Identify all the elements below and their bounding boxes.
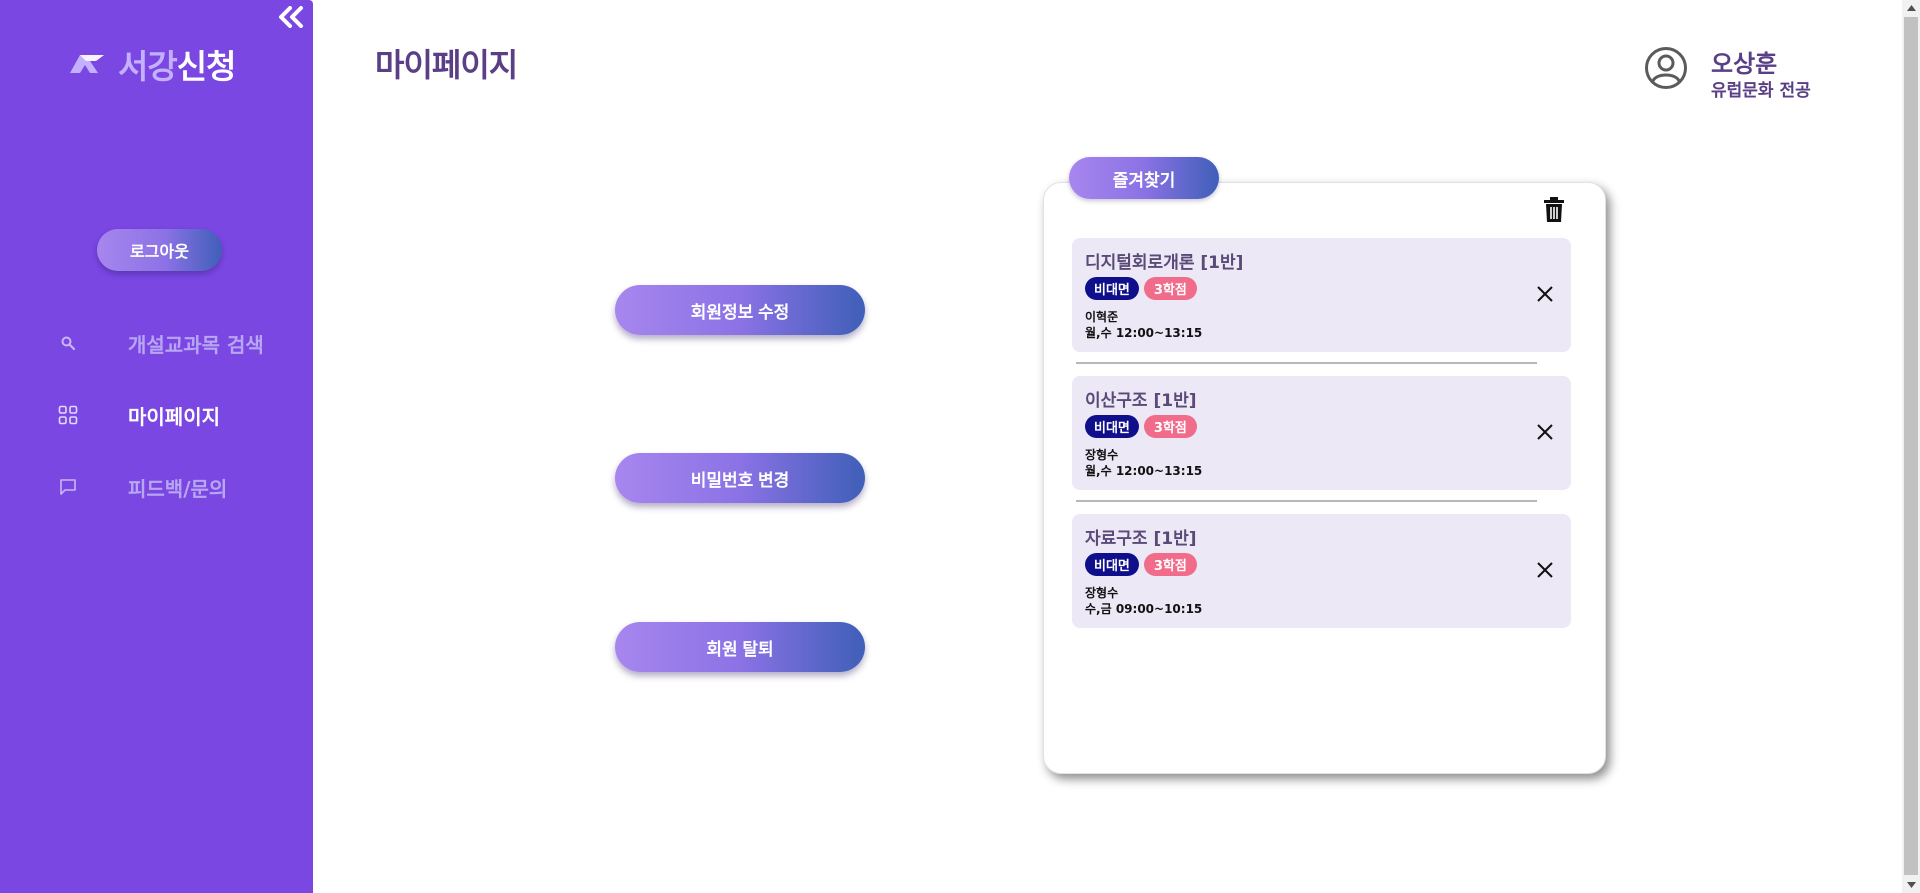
edit-profile-button[interactable]: 회원정보 수정 [615, 285, 865, 335]
divider [1076, 500, 1537, 502]
logo-text-secondary: 신청 [176, 47, 237, 86]
chat-icon [55, 474, 81, 500]
course-time: 월,수 12:00~13:15 [1085, 464, 1203, 478]
user-name: 오상훈 [1711, 50, 1778, 78]
sidebar: 서강신청 로그아웃 개설교과목 검색 마이페이지 피드백/문의 [0, 0, 313, 893]
course-professor: 이혁준 [1085, 310, 1119, 324]
close-icon[interactable] [1535, 560, 1555, 580]
withdraw-button[interactable]: 회원 탈퇴 [615, 622, 865, 672]
collapse-sidebar-icon[interactable] [276, 4, 306, 30]
grid-icon [55, 402, 81, 428]
course-title: 디지털회로개론 [1반] [1085, 253, 1244, 273]
sidebar-item-mypage[interactable]: 마이페이지 [55, 402, 220, 429]
user-avatar-icon [1645, 47, 1687, 89]
course-title: 자료구조 [1반] [1085, 529, 1197, 549]
page-title: 마이페이지 [375, 46, 518, 84]
logout-button[interactable]: 로그아웃 [97, 229, 222, 271]
change-password-button[interactable]: 비밀번호 변경 [615, 453, 865, 503]
divider [1076, 362, 1537, 364]
scrollbar-thumb[interactable] [1904, 17, 1918, 875]
logo[interactable]: 서강신청 [68, 40, 237, 88]
sidebar-item-feedback[interactable]: 피드백/문의 [55, 474, 227, 501]
sidebar-item-label: 마이페이지 [128, 404, 220, 429]
scroll-up-icon[interactable] [1902, 0, 1920, 16]
sidebar-item-label: 피드백/문의 [128, 476, 228, 501]
course-professor: 장형수 [1085, 448, 1119, 462]
mode-badge: 비대면 [1085, 415, 1139, 438]
search-icon [55, 330, 81, 356]
close-icon[interactable] [1535, 422, 1555, 442]
sidebar-item-course-search[interactable]: 개설교과목 검색 [55, 330, 264, 357]
trash-icon[interactable] [1543, 197, 1565, 223]
credit-badge: 3학점 [1143, 277, 1197, 300]
logo-text-primary: 서강 [118, 47, 178, 86]
course-time: 수,금 09:00~10:15 [1085, 602, 1203, 616]
avatar[interactable] [1644, 46, 1688, 90]
course-title: 이산구조 [1반] [1085, 391, 1197, 411]
list-item[interactable]: 이산구조 [1반] 비대면 3학점 장형수 월,수 12:00~13:15 [1072, 376, 1571, 490]
scroll-down-icon[interactable] [1902, 877, 1920, 893]
list-item[interactable]: 자료구조 [1반] 비대면 3학점 장형수 수,금 09:00~10:15 [1072, 514, 1571, 628]
credit-badge: 3학점 [1143, 553, 1197, 576]
credit-badge: 3학점 [1143, 415, 1197, 438]
logo-icon [68, 49, 106, 79]
close-icon[interactable] [1535, 284, 1555, 304]
mode-badge: 비대면 [1085, 277, 1139, 300]
mode-badge: 비대면 [1085, 553, 1139, 576]
favorites-tab[interactable]: 즐겨찾기 [1069, 157, 1219, 199]
course-professor: 장형수 [1085, 586, 1119, 600]
list-item[interactable]: 디지털회로개론 [1반] 비대면 3학점 이혁준 월,수 12:00~13:15 [1072, 238, 1571, 352]
sidebar-item-label: 개설교과목 검색 [128, 332, 264, 357]
scrollbar[interactable] [1902, 0, 1920, 893]
course-time: 월,수 12:00~13:15 [1085, 326, 1203, 340]
user-major: 유럽문화 전공 [1711, 81, 1811, 101]
